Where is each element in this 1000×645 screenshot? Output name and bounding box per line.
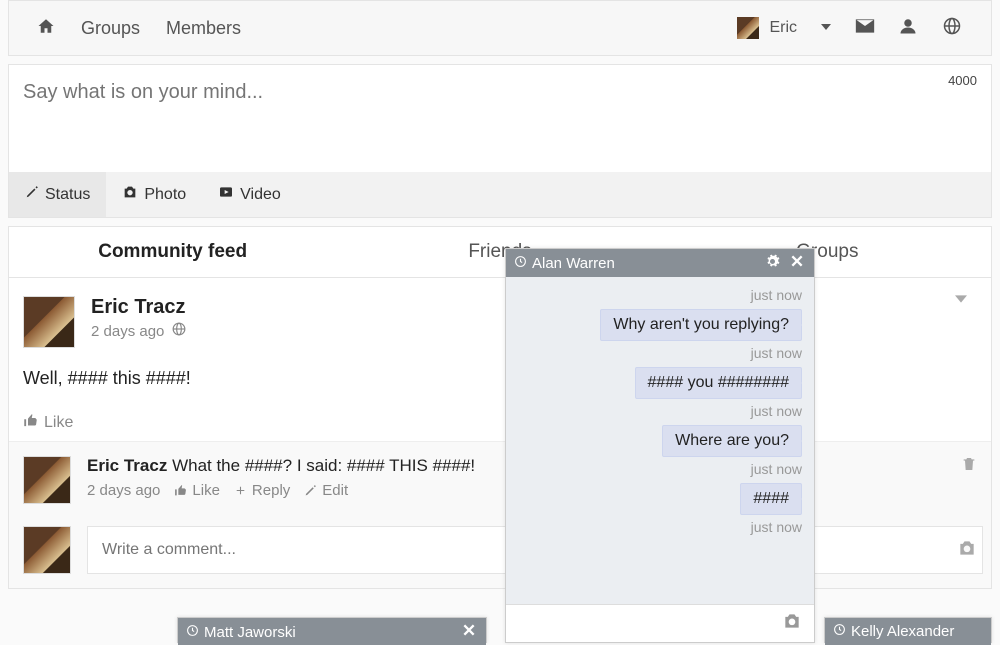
clock-icon [833,623,846,640]
comment-author[interactable]: Eric Tracz [87,456,167,475]
camera-icon[interactable] [957,538,977,563]
chat-title: Alan Warren [532,255,615,272]
avatar[interactable] [23,296,75,348]
composer-char-count: 4000 [948,73,977,88]
nav-members-link[interactable]: Members [166,18,241,39]
comment-reply-button[interactable]: Reply [234,482,290,499]
pencil-icon [25,185,39,204]
nav-right: Eric [737,16,963,41]
globe-icon[interactable] [943,17,963,40]
post-time: 2 days ago [91,323,164,340]
composer-tab-status[interactable]: Status [9,172,106,217]
camera-icon [122,184,138,205]
composer-tab-status-label: Status [45,186,90,204]
post: Eric Tracz 2 days ago Well, #### this ##… [9,278,991,441]
composer-input[interactable] [9,65,991,167]
avatar[interactable] [23,456,71,504]
chat-message: #### [740,483,802,515]
user-icon[interactable] [899,17,919,40]
comments: Eric Tracz What the ####? I said: #### T… [9,441,991,588]
clock-icon [186,624,199,641]
chat-window-kelly[interactable]: Kelly Alexander [824,617,992,643]
chevron-down-icon [821,19,831,37]
chat-body: just now Why aren't you replying? just n… [506,277,814,604]
chat-message: Why aren't you replying? [600,309,802,341]
msg-time: just now [751,287,802,303]
composer-tab-video-label: Video [240,186,281,204]
nav-left: Groups Members [37,17,241,40]
chat-title: Kelly Alexander [851,623,954,640]
composer-tab-photo-label: Photo [144,186,186,204]
chat-title: Matt Jaworski [204,624,296,641]
comment-edit-button[interactable]: Edit [304,482,348,499]
camera-icon[interactable] [782,611,802,636]
composer-tab-photo[interactable]: Photo [106,172,202,217]
comment-like-button[interactable]: Like [174,482,220,499]
nav-username: Eric [769,19,797,37]
msg-time: just now [751,345,802,361]
write-comment [9,512,991,588]
video-icon [218,184,234,205]
post-author[interactable]: Eric Tracz [91,296,186,319]
msg-time: just now [751,403,802,419]
chat-window-alan: Alan Warren just now Why aren't you repl… [505,248,815,643]
composer-tabs: Status Photo Video [9,172,991,217]
post-menu-chevron-icon[interactable] [955,292,967,310]
avatar[interactable] [23,526,71,574]
chat-header[interactable]: Matt Jaworski [178,618,486,645]
nav-user-menu[interactable]: Eric [737,17,831,39]
feed-tabs: Community feed Friends Groups [9,227,991,278]
avatar [737,17,759,39]
mail-icon[interactable] [855,16,875,41]
feed-container: Community feed Friends Groups Eric Tracz… [8,226,992,589]
globe-icon [172,322,186,340]
comment-time: 2 days ago [87,482,160,499]
clock-icon [514,255,527,272]
chat-header[interactable]: Kelly Alexander [825,618,991,645]
composer: 4000 Status Photo Video [8,64,992,218]
close-icon[interactable] [790,254,804,273]
comment-text: What the ####? I said: #### THIS ####! [172,456,475,475]
chat-message: #### you ######## [635,367,802,399]
chat-header[interactable]: Alan Warren [506,249,814,277]
nav-groups-link[interactable]: Groups [81,18,140,39]
like-button[interactable]: Like [44,414,73,432]
chat-message: Where are you? [662,425,802,457]
msg-time: just now [751,519,802,535]
chat-input-row[interactable] [506,604,814,642]
gear-icon[interactable] [765,254,780,273]
trash-icon[interactable] [961,456,977,504]
close-icon[interactable] [462,623,476,641]
chat-window-matt[interactable]: Matt Jaworski [177,617,487,643]
home-icon[interactable] [37,17,55,40]
thumbs-up-icon [23,413,38,433]
comment: Eric Tracz What the ####? I said: #### T… [9,442,991,512]
composer-tab-video[interactable]: Video [202,172,297,217]
feed-tab-community[interactable]: Community feed [9,227,336,277]
post-body: Well, #### this ####! [23,368,977,389]
msg-time: just now [751,461,802,477]
navbar: Groups Members Eric [8,0,992,56]
